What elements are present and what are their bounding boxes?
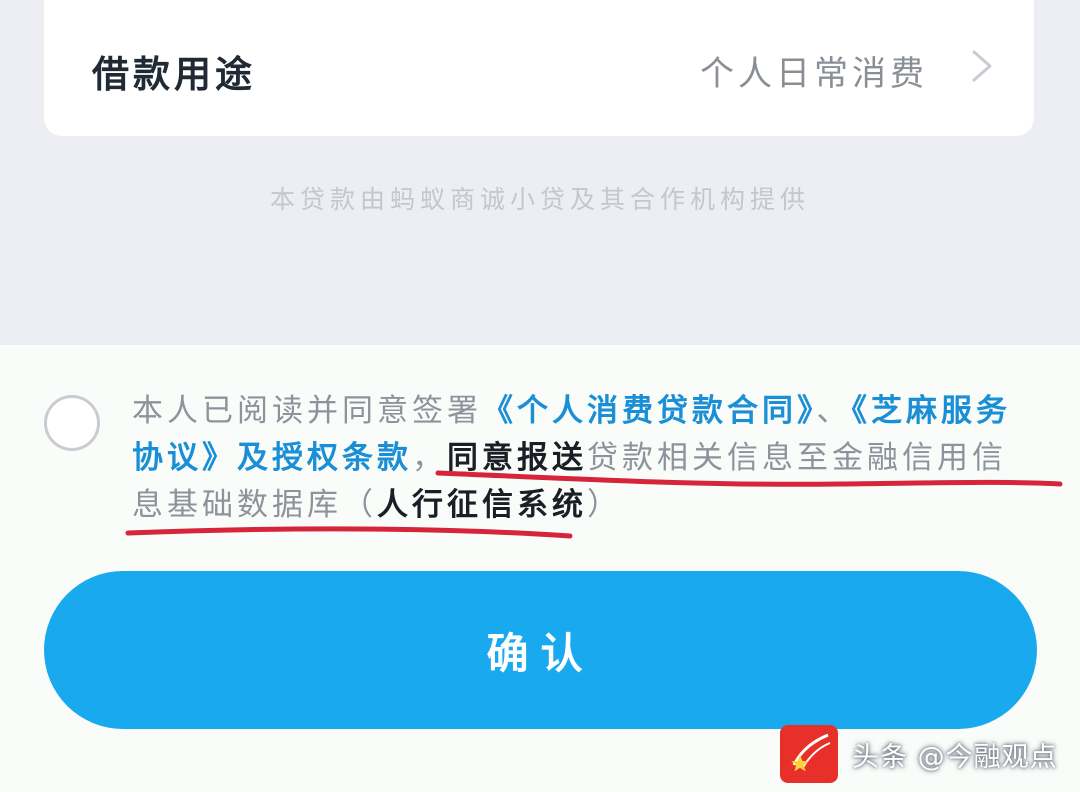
agreement-prefix: 本人已阅读并同意签署 [132, 393, 482, 429]
authorization-terms-link[interactable]: 及授权条款 [237, 440, 412, 476]
contract-link[interactable]: 《个人消费贷款合同》 [482, 393, 817, 429]
provider-notice: 本贷款由蚂蚁商诚小贷及其合作机构提供 [269, 185, 810, 214]
toutiao-logo-icon [780, 725, 838, 783]
agreement-separator: 、 [816, 393, 852, 429]
watermark: 头条 @今融观点 [780, 724, 1058, 784]
loan-purpose-row[interactable]: 借款用途 个人日常消费 [44, 0, 1034, 136]
chevron-right-icon[interactable] [968, 48, 996, 84]
watermark-text: 头条 @今融观点 [852, 741, 1058, 773]
confirm-button[interactable]: 确认 [44, 571, 1037, 729]
paren-open: （ [342, 487, 377, 523]
confirm-button-label: 确认 [486, 628, 595, 678]
agree-checkbox[interactable] [44, 395, 100, 451]
agreement-text: 本人已阅读并同意签署《个人消费贷款合同》、《芝麻服务协议》及授权条款，同意报送贷… [132, 388, 1037, 529]
loan-purpose-label: 借款用途 [92, 53, 256, 96]
agreement-comma: ， [412, 440, 447, 476]
consent-report-text: 同意报送 [447, 440, 587, 476]
credit-system-text: 人行征信系统 [377, 487, 587, 523]
loan-details-section: 借款用途 个人日常消费 本贷款由蚂蚁商诚小贷及其合作机构提供 [0, 0, 1080, 345]
loan-purpose-value: 个人日常消费 [700, 54, 928, 94]
paren-close: ） [587, 487, 622, 523]
